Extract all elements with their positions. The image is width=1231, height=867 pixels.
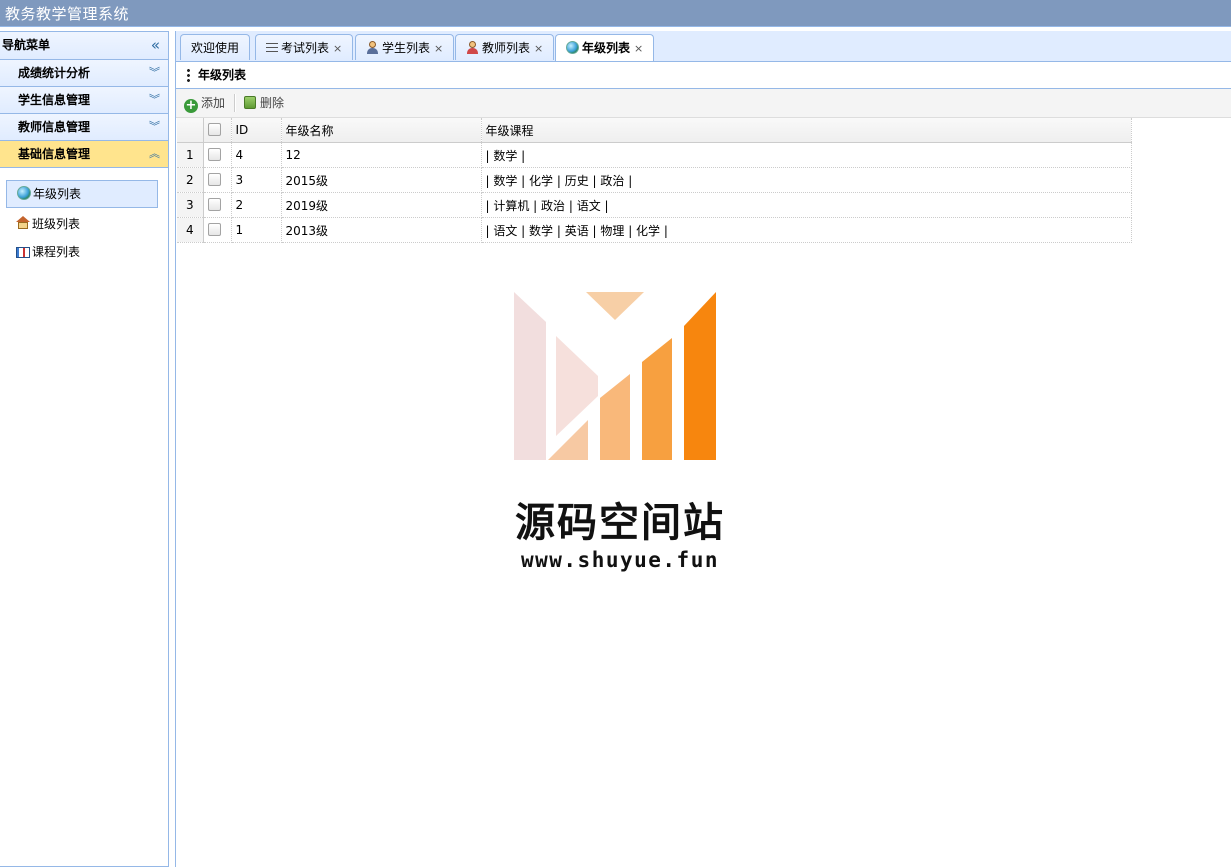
sidebar-tree: 年级列表 班级列表 课程列表 [0, 168, 168, 264]
globe-icon [566, 41, 579, 54]
cell-id: 3 [231, 167, 282, 193]
list-icon [266, 43, 278, 54]
accordion-teacher-management[interactable]: 教师信息管理 ︾ [0, 114, 168, 141]
column-header-id[interactable]: ID [231, 118, 282, 143]
tab-label: 学生列表 [382, 41, 431, 55]
watermark: 源码空间站 www.shuyue.fun [500, 290, 740, 580]
table-row[interactable]: 1 4 12 | 数学 | [177, 142, 1132, 168]
cell-courses: | 语文 | 数学 | 英语 | 物理 | 化学 | [481, 217, 1132, 243]
cell-name: 2013级 [281, 217, 482, 243]
column-header-name[interactable]: 年级名称 [281, 118, 482, 143]
panel-header: 年级列表 [176, 62, 1231, 89]
close-icon[interactable]: × [434, 42, 443, 55]
tab-teacher-list[interactable]: 教师列表 × [455, 34, 555, 60]
tab-student-list[interactable]: 学生列表 × [355, 34, 455, 60]
rownum-header [177, 118, 204, 143]
row-number: 2 [177, 167, 204, 193]
chevron-double-up-icon[interactable]: ︽ [149, 141, 160, 167]
panel-title: 年级列表 [198, 68, 247, 82]
table-header-row: ID 年级名称 年级课程 [177, 118, 1132, 143]
sidebar-item-class-list[interactable]: 班级列表 [6, 212, 158, 236]
select-all-checkbox[interactable] [207, 123, 221, 136]
title-bar: 教务教学管理系统 [0, 0, 1231, 27]
table-row[interactable]: 2 3 2015级 | 数学 | 化学 | 历史 | 政治 | [177, 167, 1132, 193]
close-icon[interactable]: × [534, 42, 543, 55]
sidebar-item-label: 年级列表 [33, 187, 82, 201]
select-all-cell [203, 118, 232, 143]
row-checkbox[interactable] [207, 198, 221, 211]
add-button[interactable]: + 添加 [184, 89, 225, 117]
sidebar-item-label: 班级列表 [32, 217, 81, 231]
accordion-score-analysis[interactable]: 成绩统计分析 ︾ [0, 60, 168, 87]
watermark-name: 源码空间站 [515, 500, 725, 546]
more-vertical-icon [187, 68, 190, 83]
collapse-left-icon[interactable]: « [151, 32, 160, 59]
tab-label: 考试列表 [281, 41, 330, 55]
sidebar-item-grade-list[interactable]: 年级列表 [6, 180, 158, 208]
checkbox-cell [203, 167, 232, 193]
checkbox-cell [203, 192, 232, 218]
sidebar-item-label: 课程列表 [32, 245, 81, 259]
column-header-courses[interactable]: 年级课程 [481, 118, 1132, 143]
accordion-label: 学生信息管理 [18, 93, 91, 107]
delete-button-label: 删除 [260, 96, 285, 110]
sidebar-header: 导航菜单 « [0, 32, 168, 60]
tab-grade-list[interactable]: 年级列表 × [555, 34, 655, 61]
student-icon [366, 41, 379, 54]
sidebar: 导航菜单 « 成绩统计分析 ︾ 学生信息管理 ︾ 教师信息管理 ︾ 基础信息管理… [0, 31, 169, 867]
cell-name: 2019级 [281, 192, 482, 218]
grid-toolbar: + 添加 删除 [176, 89, 1231, 118]
sidebar-title: 导航菜单 [2, 38, 51, 52]
row-checkbox[interactable] [207, 173, 221, 186]
toolbar-divider [234, 94, 236, 112]
app-title: 教务教学管理系统 [5, 5, 130, 23]
teacher-icon [466, 41, 479, 54]
cell-courses: | 数学 | 化学 | 历史 | 政治 | [481, 167, 1132, 193]
tab-bar: 欢迎使用 考试列表 × 学生列表 × 教师列表 × 年级列表 × [176, 31, 1231, 62]
close-icon[interactable]: × [634, 42, 643, 55]
add-icon: + [184, 98, 198, 113]
delete-button[interactable]: 删除 [244, 89, 284, 117]
watermark-logo-icon [514, 292, 716, 460]
cell-name: 12 [281, 142, 482, 168]
tab-label: 年级列表 [582, 41, 631, 55]
sidebar-item-course-list[interactable]: 课程列表 [6, 240, 158, 264]
cell-id: 4 [231, 142, 282, 168]
watermark-url: www.shuyue.fun [520, 548, 719, 572]
row-number: 1 [177, 142, 204, 168]
tab-exam-list[interactable]: 考试列表 × [255, 34, 354, 60]
grade-table: ID 年级名称 年级课程 1 4 12 | 数学 | 2 3 2015级 | 数… [177, 118, 1132, 243]
chevron-double-down-icon[interactable]: ︾ [149, 114, 160, 140]
close-icon[interactable]: × [333, 42, 342, 55]
table-row[interactable]: 3 2 2019级 | 计算机 | 政治 | 语文 | [177, 192, 1132, 218]
row-checkbox[interactable] [207, 148, 221, 161]
tab-welcome[interactable]: 欢迎使用 [180, 34, 251, 60]
book-icon [16, 247, 30, 258]
accordion-basic-info-management[interactable]: 基础信息管理 ︽ [0, 141, 168, 168]
row-number: 3 [177, 192, 204, 218]
tab-label: 欢迎使用 [191, 41, 240, 55]
cell-name: 2015级 [281, 167, 482, 193]
cell-courses: | 计算机 | 政治 | 语文 | [481, 192, 1132, 218]
accordion-student-management[interactable]: 学生信息管理 ︾ [0, 87, 168, 114]
cell-id: 2 [231, 192, 282, 218]
table-row[interactable]: 4 1 2013级 | 语文 | 数学 | 英语 | 物理 | 化学 | [177, 217, 1132, 243]
add-button-label: 添加 [201, 96, 226, 110]
chevron-double-down-icon[interactable]: ︾ [149, 60, 160, 86]
globe-icon [17, 186, 31, 200]
row-checkbox[interactable] [207, 223, 221, 236]
checkbox-cell [203, 217, 232, 243]
accordion-label: 基础信息管理 [18, 147, 91, 161]
tab-label: 教师列表 [482, 41, 531, 55]
cell-courses: | 数学 | [481, 142, 1132, 168]
accordion-label: 成绩统计分析 [18, 66, 91, 80]
house-icon [16, 216, 30, 230]
cell-id: 1 [231, 217, 282, 243]
row-number: 4 [177, 217, 204, 243]
accordion-label: 教师信息管理 [18, 120, 91, 134]
checkbox-cell [203, 142, 232, 168]
chevron-double-down-icon[interactable]: ︾ [149, 87, 160, 113]
delete-icon [244, 96, 256, 109]
